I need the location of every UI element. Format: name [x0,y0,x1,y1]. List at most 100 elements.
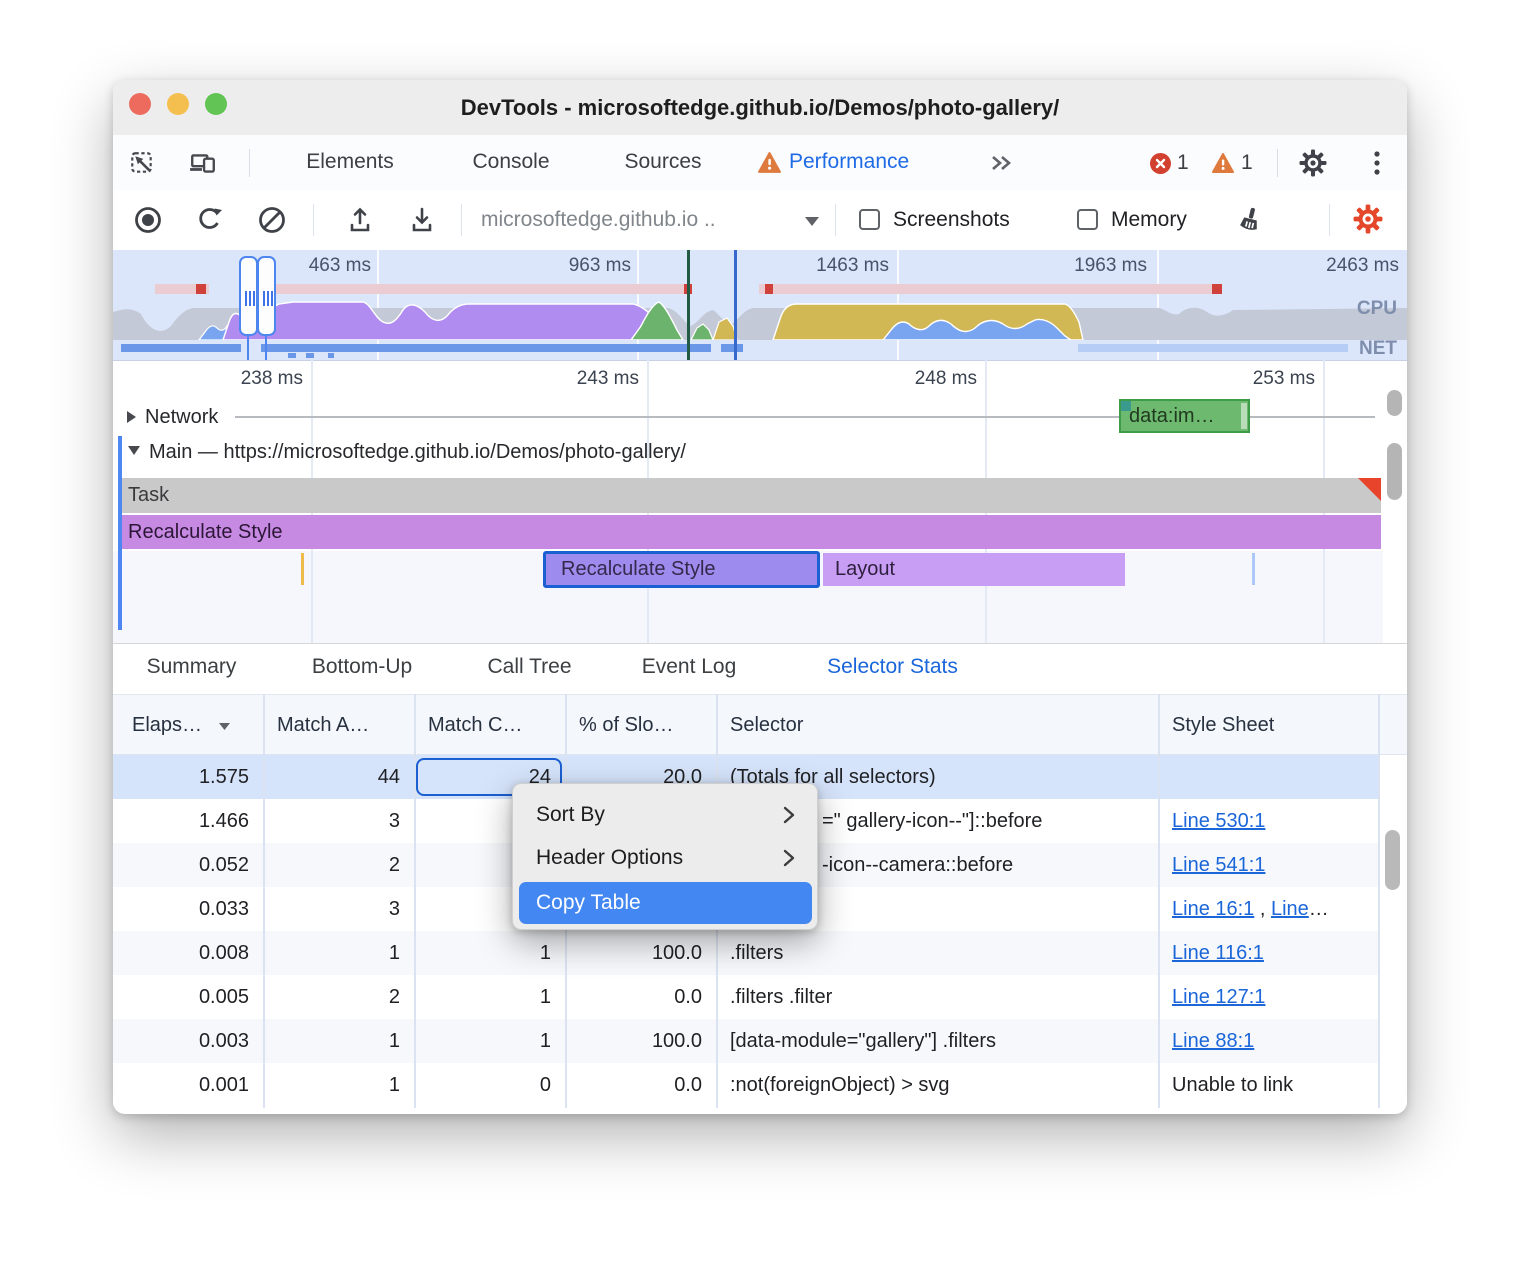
profile-select-dropdown[interactable]: microsoftedge.github.io .. [481,190,716,250]
cell-elapsed[interactable]: 0.052 [113,843,263,887]
cell-style-sheet: Line 16:1 , Line… [1158,887,1378,931]
download-profile-icon[interactable] [407,205,437,235]
cell-elapsed[interactable]: 0.008 [113,931,263,975]
more-tabs-icon[interactable] [989,151,1015,175]
tab-console[interactable]: Console [443,135,579,189]
tab-bottom-up[interactable]: Bottom-Up [292,644,432,690]
cell-elapsed[interactable]: 1.575 [113,755,263,799]
cell-pct-slow[interactable]: 100.0 [565,931,716,975]
column-elapsed[interactable]: Elaps… [132,695,231,755]
network-lane-label[interactable]: Network [145,402,218,432]
cell-style-sheet: Line 116:1 [1158,931,1378,975]
cell-elapsed[interactable]: 0.005 [113,975,263,1019]
style-sheet-link[interactable]: Line 88:1 [1172,1030,1254,1052]
screenshots-checkbox[interactable] [859,209,880,230]
screenshots-label[interactable]: Screenshots [893,190,1010,250]
style-sheet-link[interactable]: Line 16:1 [1172,898,1254,920]
cell-selector[interactable]: [data-module="gallery"] .filters [716,1019,1158,1063]
style-sheet-link[interactable]: Line 116:1 [1172,942,1264,964]
cell-pct-slow[interactable]: 100.0 [565,1019,716,1063]
net-tick [306,353,314,358]
network-expand-icon[interactable] [127,410,137,424]
main-collapse-icon[interactable] [127,446,141,456]
network-request-badge[interactable]: data:im… [1119,399,1250,433]
column-pct-slow[interactable]: % of Slo… [579,695,673,755]
record-icon[interactable] [133,205,163,235]
long-task-strip [759,284,1218,294]
inspect-element-icon[interactable] [129,150,155,176]
menu-item-sort-by[interactable]: Sort By [513,794,817,835]
tab-performance[interactable]: Performance [789,135,965,189]
cell-match-attempts[interactable]: 2 [263,843,414,887]
reload-record-icon[interactable] [195,205,225,235]
flame-scrollbar-thumb[interactable] [1387,390,1402,416]
tab-sources[interactable]: Sources [595,135,731,189]
cell-elapsed[interactable]: 1.466 [113,799,263,843]
error-badge-icon[interactable] [1149,152,1172,175]
cell-match-attempts[interactable]: 3 [263,887,414,931]
cell-match-attempts[interactable]: 3 [263,799,414,843]
cell-pct-slow[interactable]: 0.0 [565,975,716,1019]
style-sheet-link[interactable]: Line 541:1 [1172,854,1265,876]
cell-elapsed[interactable]: 0.001 [113,1063,263,1107]
table-scrollbar-thumb[interactable] [1385,830,1400,890]
capture-settings-gear-icon[interactable] [1353,204,1383,234]
desktop: DevTools - microsoftedge.github.io/Demos… [0,0,1520,1264]
table-row[interactable]: 0.003 1 1 100.0 [data-module="gallery"] … [113,1019,1378,1063]
settings-gear-icon[interactable] [1299,149,1327,177]
cell-match-attempts[interactable]: 1 [263,1019,414,1063]
style-sheet-link[interactable]: Line 530:1 [1172,810,1265,832]
kebab-menu-icon[interactable] [1373,150,1381,176]
cell-match-count[interactable]: 1 [414,1019,565,1063]
memory-label[interactable]: Memory [1111,190,1187,250]
cell-elapsed[interactable]: 0.003 [113,1019,263,1063]
cell-match-attempts[interactable]: 44 [263,755,414,799]
cell-elapsed[interactable]: 0.033 [113,887,263,931]
cell-selector[interactable]: .filters [716,931,1158,975]
menu-item-copy-table[interactable]: Copy Table [519,882,812,924]
cell-match-attempts[interactable]: 2 [263,975,414,1019]
device-toolbar-icon[interactable] [189,150,217,176]
style-sheet-link[interactable]: Line [1271,898,1309,920]
cell-match-count[interactable]: 1 [414,931,565,975]
collect-garbage-icon[interactable] [1235,206,1265,236]
main-thread-label[interactable]: Main — https://microsoftedge.github.io/D… [149,435,686,469]
timeline-minimap[interactable]: 463 ms 963 ms 1463 ms 1963 ms 2463 ms CP… [113,250,1407,361]
table-row[interactable]: 0.005 2 1 0.0 .filters .filter Line 127:… [113,975,1378,1019]
zoom-window-left-handle[interactable] [239,256,258,336]
column-selector[interactable]: Selector [730,695,803,755]
warning-badge-icon[interactable] [1211,152,1235,174]
layout-event-bar[interactable]: Layout [823,553,1125,586]
column-match-attempts[interactable]: Match A… [277,695,369,755]
menu-item-header-options[interactable]: Header Options [513,837,817,878]
clear-icon[interactable] [257,205,287,235]
tab-call-tree[interactable]: Call Tree [474,644,585,690]
cell-match-count[interactable]: 0 [414,1063,565,1107]
tab-summary[interactable]: Summary [133,644,250,690]
zoom-window-right-handle[interactable] [257,256,276,336]
style-sheet-link[interactable]: Line 127:1 [1172,986,1265,1008]
table-row[interactable]: 0.001 1 0 0.0 :not(foreignObject) > svg … [113,1063,1378,1107]
cell-match-count[interactable]: 1 [414,975,565,1019]
cell-pct-slow[interactable]: 0.0 [565,1063,716,1107]
cell-selector[interactable]: :not(foreignObject) > svg [716,1063,1158,1107]
flame-scrollbar-thumb[interactable] [1387,443,1402,500]
cell-match-attempts[interactable]: 1 [263,931,414,975]
column-match-count[interactable]: Match C… [428,695,522,755]
column-divider [414,694,416,1108]
divider [461,204,462,236]
upload-profile-icon[interactable] [345,205,375,235]
ruler-time-label: 243 ms [549,366,639,392]
memory-checkbox[interactable] [1077,209,1098,230]
recalculate-style-event-bar[interactable]: Recalculate Style [122,515,1381,549]
tab-elements[interactable]: Elements [279,135,421,189]
table-row[interactable]: 0.008 1 1 100.0 .filters Line 116:1 [113,931,1378,975]
cell-selector[interactable]: .filters .filter [716,975,1158,1019]
divider [313,204,314,236]
tab-event-log[interactable]: Event Log [626,644,752,690]
tab-selector-stats[interactable]: Selector Stats [794,644,991,690]
task-event-bar[interactable]: Task [122,478,1381,513]
selected-recalculate-style-event[interactable]: Recalculate Style [543,551,820,588]
column-style-sheet[interactable]: Style Sheet [1172,695,1274,755]
cell-match-attempts[interactable]: 1 [263,1063,414,1107]
